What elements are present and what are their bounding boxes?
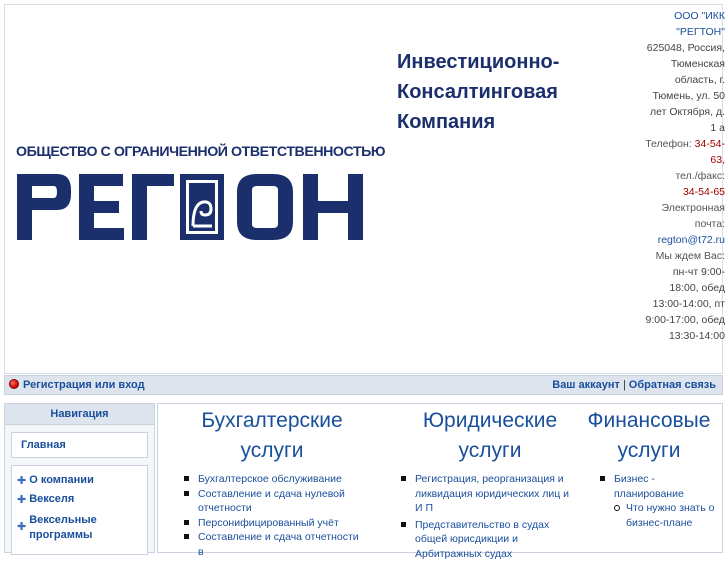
bullet-icon	[184, 534, 189, 539]
list-item[interactable]: Регистрация, реорганизация и ликвидация …	[401, 472, 579, 516]
sidebar-item-label: О компании	[29, 474, 94, 486]
sidebar-item-label: Векселя	[29, 493, 74, 505]
fax-number: 34-54-65	[645, 184, 725, 200]
logo-caption: ОБЩЕСТВО С ОГРАНИЧЕННОЙ ОТВЕТСТВЕННОСТЬЮ	[16, 144, 389, 160]
list-item[interactable]: Бухгалтерское обслуживание	[184, 472, 360, 487]
list-item-label: Бухгалтерское обслуживание	[198, 473, 342, 485]
working-hours: пн-чт 9:00-18:00, обед 13:00-14:00, пт 9…	[645, 264, 725, 344]
login-icon[interactable]	[9, 379, 19, 389]
tagline-line-2: Консалтинговая	[397, 77, 587, 107]
phone-number: 34-54-63,	[695, 138, 725, 166]
service-list: Бизнес - планирование Что нужно знать о …	[600, 472, 722, 530]
list-item-label: Персонифицированный учёт	[198, 517, 339, 529]
org-name[interactable]: ООО "ИКК "РЕГТОН"	[645, 8, 725, 40]
account-link[interactable]: Ваш аккаунт	[552, 379, 620, 391]
feedback-link[interactable]: Обратная связь	[629, 379, 716, 391]
list-item-label: Составление и сдача отчетности в	[198, 531, 359, 558]
user-bar: Регистрация или вход Ваш аккаунт|Обратна…	[4, 375, 723, 395]
fax-label: тел./факс:	[645, 168, 725, 184]
navigation-sidebar: Навигация Главная ✚О компании ✚Векселя ✚…	[4, 403, 155, 553]
list-item[interactable]: Составление и сдача нулевой отчетности	[184, 487, 360, 516]
plus-icon: ✚	[17, 475, 26, 487]
plus-icon: ✚	[17, 494, 26, 506]
bullet-icon	[184, 476, 189, 481]
email-link[interactable]: regton@t72.ru	[645, 232, 725, 248]
list-item-label: Что нужно знать о бизнес-плане	[626, 502, 714, 529]
column-title[interactable]: Финансовые услуги	[576, 404, 722, 466]
service-list: Регистрация, реорганизация и ликвидация …	[401, 472, 579, 561]
list-item-label: Бизнес - планирование	[614, 473, 684, 500]
sidebar-item-label: Вексельные программы	[29, 513, 137, 543]
list-item[interactable]: Бизнес - планирование Что нужно знать о …	[600, 472, 722, 530]
sidebar-item-home[interactable]: Главная	[11, 432, 148, 458]
list-item[interactable]: Представительство в судах общей юрисдикц…	[401, 518, 579, 561]
column-title[interactable]: Бухгалтерские услуги	[184, 404, 360, 466]
services-content: Бухгалтерские услуги Бухгалтерское обслу…	[157, 403, 723, 553]
services-column-accounting: Бухгалтерские услуги Бухгалтерское обслу…	[184, 404, 360, 559]
company-logo[interactable]: ОБЩЕСТВО С ОГРАНИЧЕННОЙ ОТВЕТСТВЕННОСТЬЮ	[16, 144, 389, 242]
services-column-legal: Юридические услуги Регистрация, реоргани…	[401, 404, 579, 561]
sidebar-item-about[interactable]: ✚О компании	[17, 474, 94, 487]
company-tagline: Инвестиционно- Консалтинговая Компания	[397, 47, 587, 137]
services-column-finance: Финансовые услуги Бизнес - планирование …	[576, 404, 722, 530]
plus-icon: ✚	[17, 521, 26, 533]
phone-label: Телефон:	[645, 138, 691, 150]
list-item-label: Регистрация, реорганизация и ликвидация …	[415, 473, 569, 514]
hours-label: Мы ждем Вас:	[645, 248, 725, 264]
site-header: ОБЩЕСТВО С ОГРАНИЧЕННОЙ ОТВЕТСТВЕННОСТЬЮ…	[4, 4, 723, 374]
list-item-label: Составление и сдача нулевой отчетности	[198, 488, 345, 515]
sidebar-item-bills[interactable]: ✚Векселя	[17, 493, 74, 506]
bullet-icon	[401, 476, 406, 481]
bullet-icon	[184, 520, 189, 525]
column-title[interactable]: Юридические услуги	[401, 404, 579, 466]
bullet-icon	[184, 491, 189, 496]
login-register-link[interactable]: Регистрация или вход	[23, 379, 145, 391]
sidebar-item-bill-programs[interactable]: ✚Вексельные программы	[17, 513, 145, 543]
nav-title: Навигация	[5, 404, 154, 425]
service-list: Бухгалтерское обслуживание Составление и…	[184, 472, 360, 559]
list-item-label: Представительство в судах общей юрисдикц…	[415, 519, 549, 560]
sub-list: Что нужно знать о бизнес-плане	[614, 501, 722, 530]
nav-list: ✚О компании ✚Векселя ✚Вексельные програм…	[11, 465, 148, 555]
email-label: Электронная почта:	[645, 200, 725, 232]
bullet-icon	[600, 476, 605, 481]
contact-info: ООО "ИКК "РЕГТОН" 625048, Россия, Тюменс…	[645, 8, 725, 344]
logo-wordmark	[17, 174, 387, 240]
address: 625048, Россия, Тюменская область, г. Тю…	[645, 40, 725, 136]
sub-list-item[interactable]: Что нужно знать о бизнес-плане	[614, 501, 722, 530]
bullet-icon	[401, 522, 406, 527]
tagline-line-1: Инвестиционно-	[397, 47, 587, 77]
tagline-line-3: Компания	[397, 107, 587, 137]
list-item[interactable]: Персонифицированный учёт	[184, 516, 360, 531]
circle-bullet-icon	[614, 505, 620, 511]
separator: |	[623, 379, 626, 391]
